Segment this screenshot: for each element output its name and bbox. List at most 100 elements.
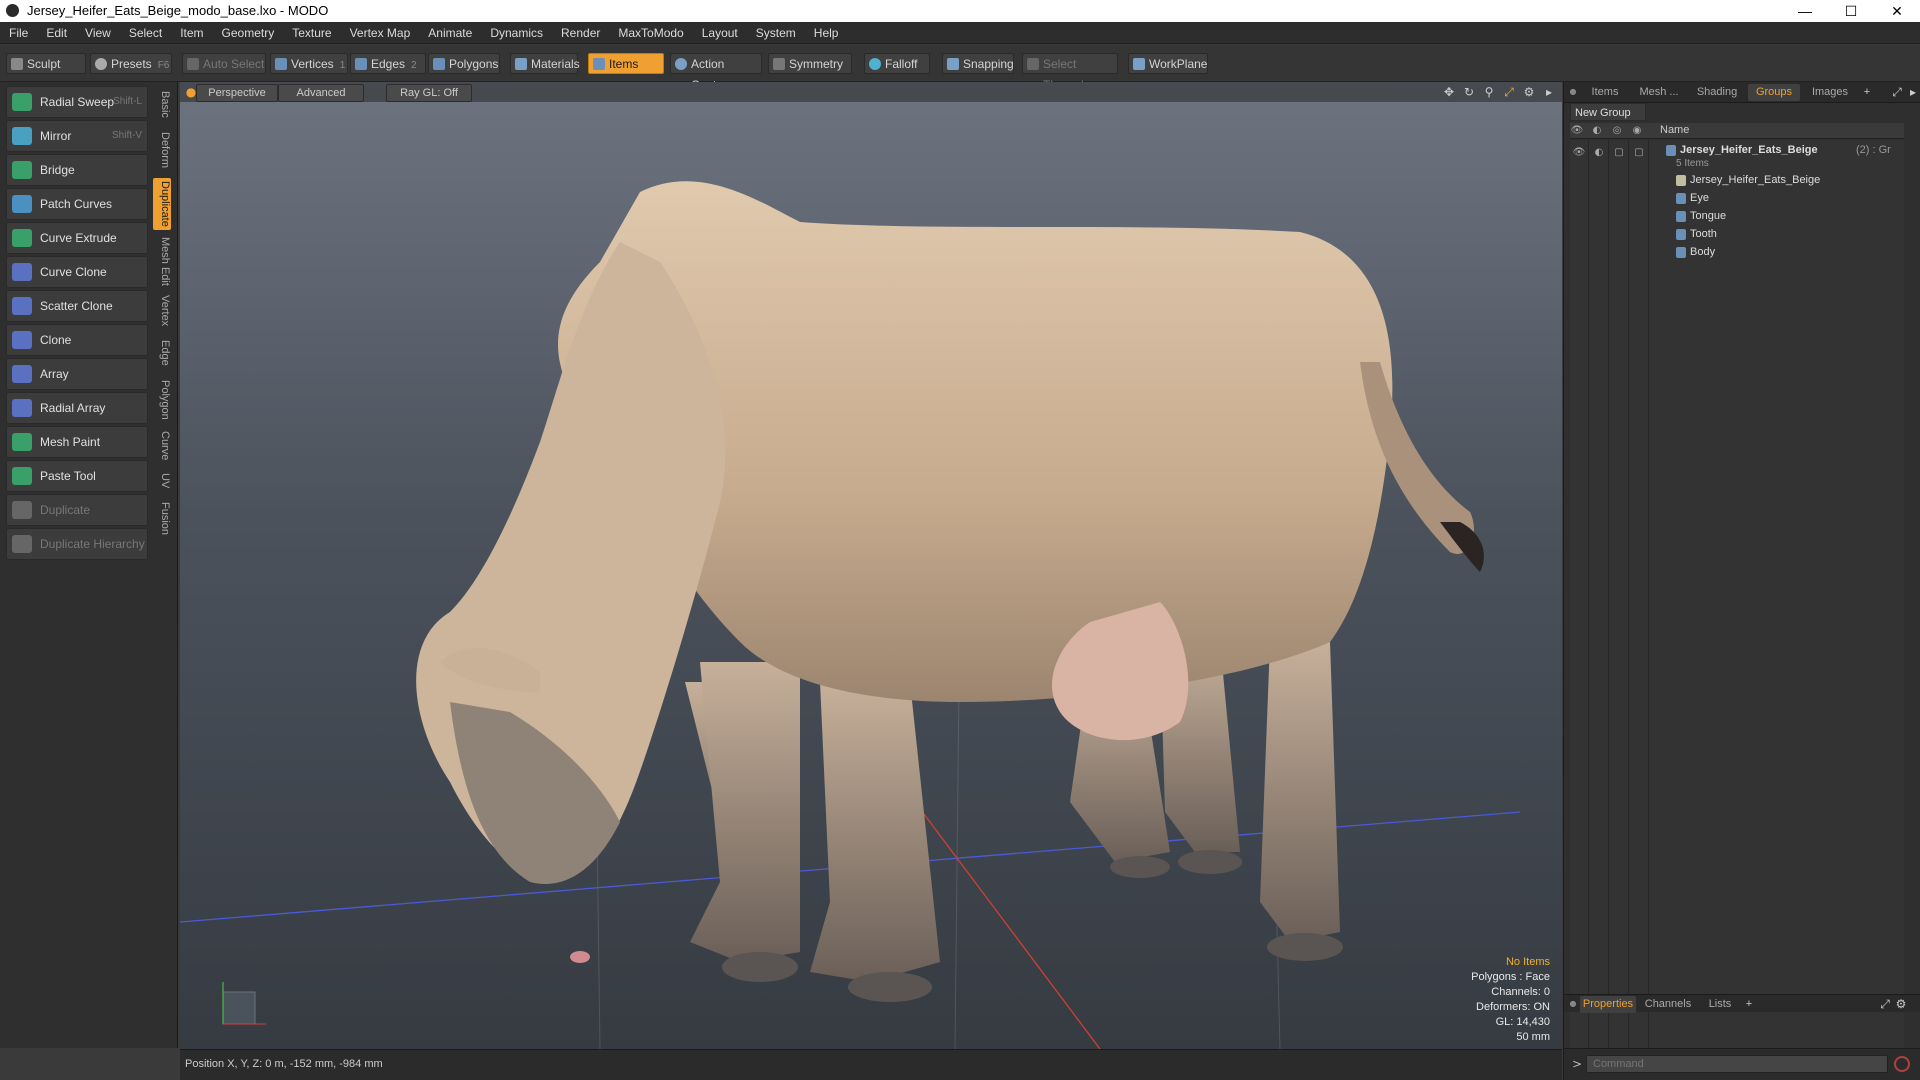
close-button[interactable]: ✕ <box>1874 0 1920 22</box>
add-properties-tab-button[interactable]: + <box>1742 996 1756 1013</box>
polygons-button[interactable]: Polygons <box>428 53 500 74</box>
tab-groups[interactable]: Groups <box>1748 84 1800 101</box>
menu-dynamics[interactable]: Dynamics <box>481 22 552 44</box>
new-group-button[interactable]: New Group <box>1570 103 1646 121</box>
snapping-icon <box>947 58 959 70</box>
symmetry-button[interactable]: Symmetry <box>768 53 852 74</box>
panel-arrow-icon[interactable]: ▸ <box>1906 85 1920 99</box>
menu-maxtomodo[interactable]: MaxToModo <box>609 22 692 44</box>
vtab-fusion[interactable]: Fusion <box>153 498 171 540</box>
properties-gear-icon[interactable]: ⚙ <box>1894 997 1908 1011</box>
panel-menu-icon[interactable]: ● <box>1566 85 1580 99</box>
menu-animate[interactable]: Animate <box>419 22 481 44</box>
minimize-button[interactable]: — <box>1782 0 1828 22</box>
group-render-icon[interactable]: ◐ <box>1592 146 1606 160</box>
tool-radial-sweep[interactable]: Radial Sweep Shift-L <box>6 86 148 118</box>
presets-label: Presets <box>111 57 152 71</box>
tab-channels[interactable]: Channels <box>1640 996 1696 1013</box>
tool-label: Mirror <box>40 129 72 143</box>
visibility-column-icon[interactable]: 👁 <box>1570 124 1584 138</box>
record-macro-icon[interactable] <box>1894 1056 1910 1072</box>
group-visibility-icon[interactable]: 👁 <box>1572 146 1586 160</box>
select-column-icon[interactable]: ◉ <box>1630 124 1644 138</box>
polygons-label: Polygons <box>449 57 499 71</box>
menu-render[interactable]: Render <box>552 22 609 44</box>
menu-select[interactable]: Select <box>120 22 171 44</box>
tool-array[interactable]: Array <box>6 358 148 390</box>
menu-help[interactable]: Help <box>805 22 848 44</box>
workplane-button[interactable]: WorkPlane <box>1128 53 1208 74</box>
vertices-shortcut: 1 <box>339 60 346 71</box>
group-lock-icon[interactable]: ▢ <box>1612 146 1626 160</box>
vtab-vertex[interactable]: Vertex <box>153 292 171 330</box>
render-column-icon[interactable]: ◐ <box>1590 124 1604 138</box>
tool-patch-curves[interactable]: Patch Curves <box>6 188 148 220</box>
menu-geometry[interactable]: Geometry <box>213 22 284 44</box>
tool-radial-array[interactable]: Radial Array <box>6 392 148 424</box>
properties-menu-icon[interactable]: ● <box>1566 997 1580 1011</box>
vertices-icon <box>275 58 287 70</box>
menu-layout[interactable]: Layout <box>693 22 747 44</box>
vtab-basic[interactable]: Basic <box>153 86 171 122</box>
vtab-uv[interactable]: UV <box>153 468 171 494</box>
hud-polygons: Polygons : Face <box>1471 971 1550 983</box>
3d-viewport[interactable]: ● Perspective Advanced Ray GL: Off ✥ ↻ ⚲… <box>180 82 1562 1049</box>
menu-edit[interactable]: Edit <box>37 22 76 44</box>
snapping-button[interactable]: Snapping <box>942 53 1014 74</box>
vertices-label: Vertices <box>291 57 334 71</box>
vtab-deform[interactable]: Deform <box>153 126 171 174</box>
scatter-clone-icon <box>12 297 32 315</box>
lock-column-icon[interactable]: ◎ <box>1610 124 1624 138</box>
tool-duplicate[interactable]: Duplicate <box>6 494 148 526</box>
tool-label: Duplicate Hierarchy <box>40 537 145 551</box>
tab-items[interactable]: Items <box>1580 84 1630 101</box>
tab-properties[interactable]: Properties <box>1580 996 1636 1013</box>
vtab-mesh-edit[interactable]: Mesh Edit <box>153 234 171 288</box>
command-input[interactable] <box>1586 1055 1888 1073</box>
menu-item[interactable]: Item <box>171 22 212 44</box>
tool-bridge[interactable]: Bridge <box>6 154 148 186</box>
symmetry-label: Symmetry <box>789 57 843 71</box>
tool-curve-extrude[interactable]: Curve Extrude <box>6 222 148 254</box>
falloff-button[interactable]: Falloff <box>864 53 930 74</box>
vertices-button[interactable]: Vertices 1 <box>270 53 348 74</box>
items-button[interactable]: Items <box>588 53 664 74</box>
tool-scatter-clone[interactable]: Scatter Clone <box>6 290 148 322</box>
tool-curve-clone[interactable]: Curve Clone <box>6 256 148 288</box>
vtab-edge[interactable]: Edge <box>153 334 171 372</box>
select-through-button[interactable]: Select Through <box>1022 53 1118 92</box>
action-center-button[interactable]: Action Center <box>670 53 762 92</box>
auto-select-button[interactable]: Auto Select <box>182 53 266 74</box>
tool-mesh-paint[interactable]: Mesh Paint <box>6 426 148 458</box>
edges-shortcut: 2 <box>411 60 417 71</box>
maximize-button[interactable]: ☐ <box>1828 0 1874 22</box>
tool-mirror[interactable]: Mirror Shift-V <box>6 120 148 152</box>
tool-clone[interactable]: Clone <box>6 324 148 356</box>
group-select-icon[interactable]: ▢ <box>1632 146 1646 160</box>
menu-texture[interactable]: Texture <box>283 22 340 44</box>
menu-file[interactable]: File <box>0 22 37 44</box>
menu-view[interactable]: View <box>76 22 120 44</box>
tab-images[interactable]: Images <box>1802 84 1858 101</box>
expand-properties-icon[interactable]: ⤢ <box>1878 997 1892 1011</box>
tab-shading[interactable]: Shading <box>1688 84 1746 101</box>
menu-system[interactable]: System <box>747 22 805 44</box>
tool-paste-tool[interactable]: Paste Tool <box>6 460 148 492</box>
cow-model <box>416 181 1484 1002</box>
presets-button[interactable]: Presets F6 <box>90 53 172 74</box>
falloff-icon <box>869 58 881 70</box>
hud-unit: 50 mm <box>1516 1031 1550 1043</box>
vtab-curve[interactable]: Curve <box>153 428 171 464</box>
tab-lists[interactable]: Lists <box>1700 996 1740 1013</box>
edges-button[interactable]: Edges 2 <box>350 53 426 74</box>
column-divider <box>1588 140 1589 1072</box>
materials-button[interactable]: Materials <box>510 53 580 74</box>
expand-panel-icon[interactable]: ⤢ <box>1890 85 1904 99</box>
vtab-duplicate[interactable]: Duplicate <box>153 178 171 230</box>
tab-mesh[interactable]: Mesh ... <box>1632 84 1686 101</box>
sculpt-button[interactable]: Sculpt <box>6 53 86 74</box>
add-tab-button[interactable]: + <box>1860 84 1874 101</box>
tool-duplicate-hierarchy[interactable]: Duplicate Hierarchy <box>6 528 148 560</box>
menu-vertex-map[interactable]: Vertex Map <box>341 22 420 44</box>
vtab-polygon[interactable]: Polygon <box>153 376 171 424</box>
